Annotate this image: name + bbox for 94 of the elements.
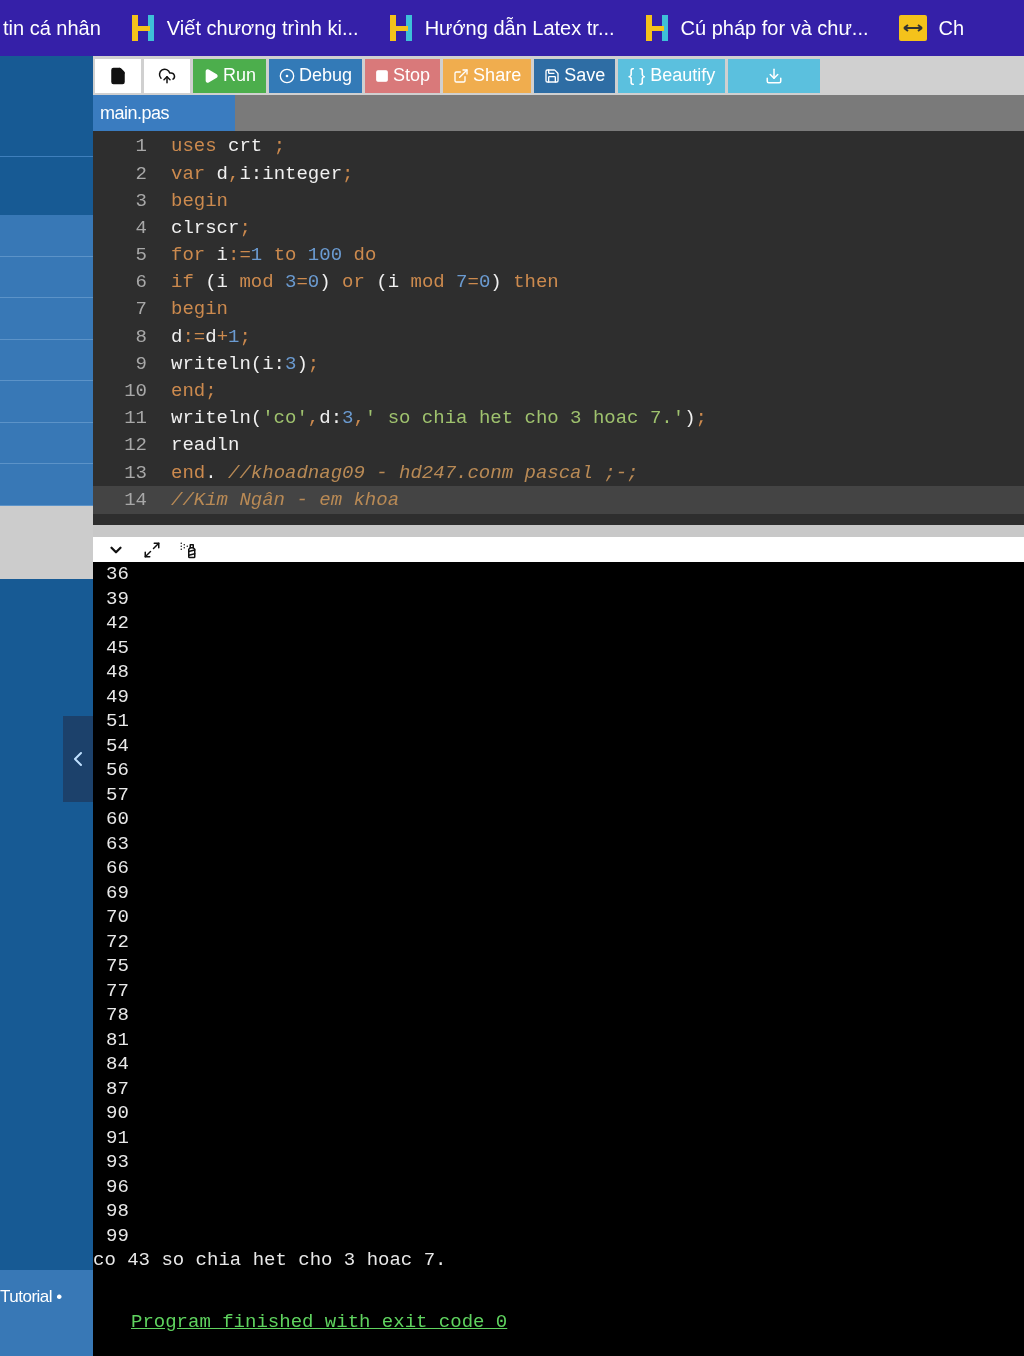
file-icon bbox=[109, 66, 127, 85]
code-line: end. //khoadnag09 - hd247.conm pascal ;-; bbox=[171, 460, 639, 486]
toolbar-icon-button[interactable] bbox=[144, 58, 190, 93]
output-line: 84 bbox=[105, 1052, 129, 1077]
line-number: 5 bbox=[134, 243, 148, 269]
output-line: 66 bbox=[105, 856, 129, 881]
output-summary: co 43 so chia het cho 3 hoac 7. bbox=[93, 1248, 447, 1273]
output-line: 49 bbox=[105, 684, 129, 709]
tutorial-link[interactable]: Tutorial • bbox=[0, 1287, 62, 1306]
play-icon bbox=[203, 67, 219, 84]
code-line: if (i mod 3=0) or (i mod 7=0) then bbox=[171, 270, 559, 296]
output-line: 56 bbox=[105, 758, 129, 783]
bookmark-link[interactable]: tin cá nhân bbox=[0, 13, 127, 43]
output-line: 51 bbox=[105, 709, 129, 734]
code-line: var d,i:integer; bbox=[171, 161, 354, 187]
code-line: d:=d+1; bbox=[171, 324, 251, 350]
output-line: 96 bbox=[105, 1174, 129, 1199]
line-number: 10 bbox=[123, 379, 148, 405]
line-number: 14 bbox=[123, 487, 148, 513]
output-line: 77 bbox=[105, 978, 129, 1003]
code-line: end; bbox=[171, 379, 217, 405]
h-logo-icon bbox=[388, 13, 413, 43]
output-line: 72 bbox=[105, 929, 129, 954]
toolbar-button[interactable]: Save bbox=[534, 58, 616, 93]
output-line: 93 bbox=[105, 1150, 129, 1175]
code-line: readln bbox=[171, 433, 240, 459]
output-line: 81 bbox=[105, 1027, 129, 1052]
output-line: 45 bbox=[105, 635, 129, 660]
code-line: uses crt ; bbox=[171, 134, 286, 160]
output-line: 91 bbox=[105, 1125, 129, 1150]
output-line: 69 bbox=[105, 880, 129, 905]
h-logo-icon bbox=[130, 13, 155, 43]
output-line: 78 bbox=[105, 1003, 129, 1028]
stop-icon bbox=[375, 68, 390, 83]
code-line: //Kim Ngân - em khoa bbox=[171, 487, 400, 513]
line-number: 8 bbox=[134, 324, 148, 350]
output-line: 42 bbox=[105, 611, 129, 636]
line-number: 12 bbox=[123, 433, 148, 459]
sidebar-menu-item[interactable] bbox=[0, 422, 93, 464]
sidebar-menu-item[interactable] bbox=[0, 256, 93, 298]
output-line: 54 bbox=[105, 733, 129, 758]
collapse-sidebar-button[interactable] bbox=[63, 715, 93, 802]
output-line: 99 bbox=[105, 1223, 129, 1248]
expand-icon[interactable] bbox=[143, 540, 161, 559]
line-number: 1 bbox=[134, 134, 148, 160]
save-icon bbox=[544, 67, 561, 84]
code-line: begin bbox=[171, 297, 228, 323]
toolbar-button[interactable]: Stop bbox=[365, 58, 441, 93]
h-logo-icon bbox=[644, 13, 669, 43]
output-line: 87 bbox=[105, 1076, 129, 1101]
code-line: for i:=1 to 100 do bbox=[171, 243, 377, 269]
sidebar-menu-item[interactable] bbox=[0, 298, 93, 340]
line-number: 13 bbox=[123, 460, 148, 486]
toolbar-button[interactable]: Run bbox=[193, 58, 267, 93]
line-number: 2 bbox=[134, 161, 148, 187]
code-line: clrscr; bbox=[171, 215, 251, 241]
code-line: begin bbox=[171, 188, 228, 214]
bookmark-link[interactable]: Hướng dẫn Latex tr... bbox=[384, 13, 641, 43]
debug-icon bbox=[279, 67, 296, 84]
bookmark-link[interactable]: Cú pháp for và chư... bbox=[640, 13, 895, 43]
toolbar-icon-button[interactable] bbox=[95, 58, 141, 93]
line-number: 4 bbox=[134, 215, 148, 241]
cloud-upload-icon bbox=[158, 66, 176, 85]
output-line: 63 bbox=[105, 831, 129, 856]
sidebar-menu-item[interactable] bbox=[0, 339, 93, 381]
arrows-icon bbox=[898, 15, 927, 41]
output-line: 90 bbox=[105, 1101, 129, 1126]
output-line: 75 bbox=[105, 954, 129, 979]
sidebar-menu-item[interactable] bbox=[0, 381, 93, 423]
output-line: 60 bbox=[105, 807, 129, 832]
sidebar-menu-item[interactable] bbox=[0, 215, 93, 257]
output-line: 36 bbox=[105, 562, 129, 587]
output-line: 48 bbox=[105, 660, 129, 685]
code-editor[interactable] bbox=[93, 131, 1024, 525]
line-number: 9 bbox=[134, 351, 148, 377]
spray-can-icon[interactable] bbox=[179, 540, 197, 559]
file-tab[interactable]: main.pas bbox=[93, 95, 235, 131]
share-icon bbox=[453, 67, 470, 84]
line-number: 7 bbox=[134, 297, 148, 323]
code-line: writeln(i:3); bbox=[171, 351, 320, 377]
output-line: 39 bbox=[105, 586, 129, 611]
bookmark-link[interactable]: Viết chương trình ki... bbox=[126, 13, 385, 43]
download-icon bbox=[765, 66, 784, 85]
exit-status: Program finished with exit code 0 bbox=[130, 1310, 508, 1333]
code-line: writeln('co',d:3,' so chia het cho 3 hoac 7.'); bbox=[171, 406, 707, 432]
bookmark-link[interactable]: Ch bbox=[894, 13, 991, 43]
line-number: 6 bbox=[134, 270, 148, 296]
line-number: 3 bbox=[134, 188, 148, 214]
output-line: 57 bbox=[105, 782, 129, 807]
line-number: 11 bbox=[123, 406, 148, 432]
output-line: 98 bbox=[105, 1199, 129, 1224]
output-line: 70 bbox=[105, 905, 129, 930]
toolbar-button[interactable]: Debug bbox=[269, 58, 363, 93]
sidebar-menu-item[interactable] bbox=[0, 464, 93, 506]
